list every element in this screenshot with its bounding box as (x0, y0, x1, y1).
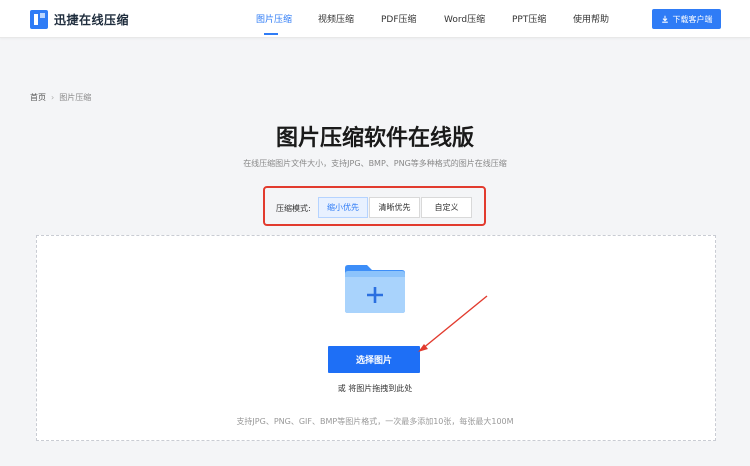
breadcrumb: 首页 › 图片压缩 (30, 92, 91, 103)
breadcrumb-home[interactable]: 首页 (30, 92, 46, 103)
download-client-button[interactable]: 下载客户端 (652, 9, 721, 29)
breadcrumb-current: 图片压缩 (59, 93, 92, 102)
select-image-button[interactable]: 选择图片 (328, 346, 420, 373)
site-logo[interactable]: 迅捷在线压缩 (30, 9, 129, 29)
nav-video-compress[interactable]: 视频压缩 (318, 12, 354, 25)
top-header: 迅捷在线压缩 图片压缩 视频压缩 PDF压缩 Word压缩 PPT压缩 使用帮助… (0, 0, 750, 38)
mode-option-smaller[interactable]: 缩小优先 (318, 197, 368, 218)
chevron-right-icon: › (51, 93, 55, 102)
logo-text: 迅捷在线压缩 (54, 12, 130, 27)
compress-mode-label: 压缩模式: (276, 204, 311, 213)
nav-word-compress[interactable]: Word压缩 (444, 12, 485, 25)
nav-pdf-compress[interactable]: PDF压缩 (381, 12, 417, 25)
download-client-label: 下载客户端 (672, 14, 713, 24)
nav-ppt-compress[interactable]: PPT压缩 (512, 12, 546, 25)
page-title: 图片压缩软件在线版 (275, 126, 474, 151)
active-tab-indicator (264, 33, 278, 35)
nav-help[interactable]: 使用帮助 (573, 12, 609, 25)
download-icon (661, 15, 668, 23)
logo-icon (30, 9, 48, 29)
supported-formats-text: 支持JPG、PNG、GIF、BMP等图片格式，一次最多添加10张，每张最大100… (236, 417, 514, 426)
folder-add-icon (345, 265, 405, 313)
drag-hint-text: 或 将图片拖拽到此处 (337, 384, 413, 393)
nav-image-compress[interactable]: 图片压缩 (256, 12, 292, 25)
mode-option-custom[interactable]: 自定义 (421, 197, 472, 218)
mode-option-clearer[interactable]: 清晰优先 (369, 197, 420, 218)
page-subtitle: 在线压缩图片文件大小，支持JPG、BMP、PNG等多种格式的图片在线压缩 (243, 159, 507, 168)
